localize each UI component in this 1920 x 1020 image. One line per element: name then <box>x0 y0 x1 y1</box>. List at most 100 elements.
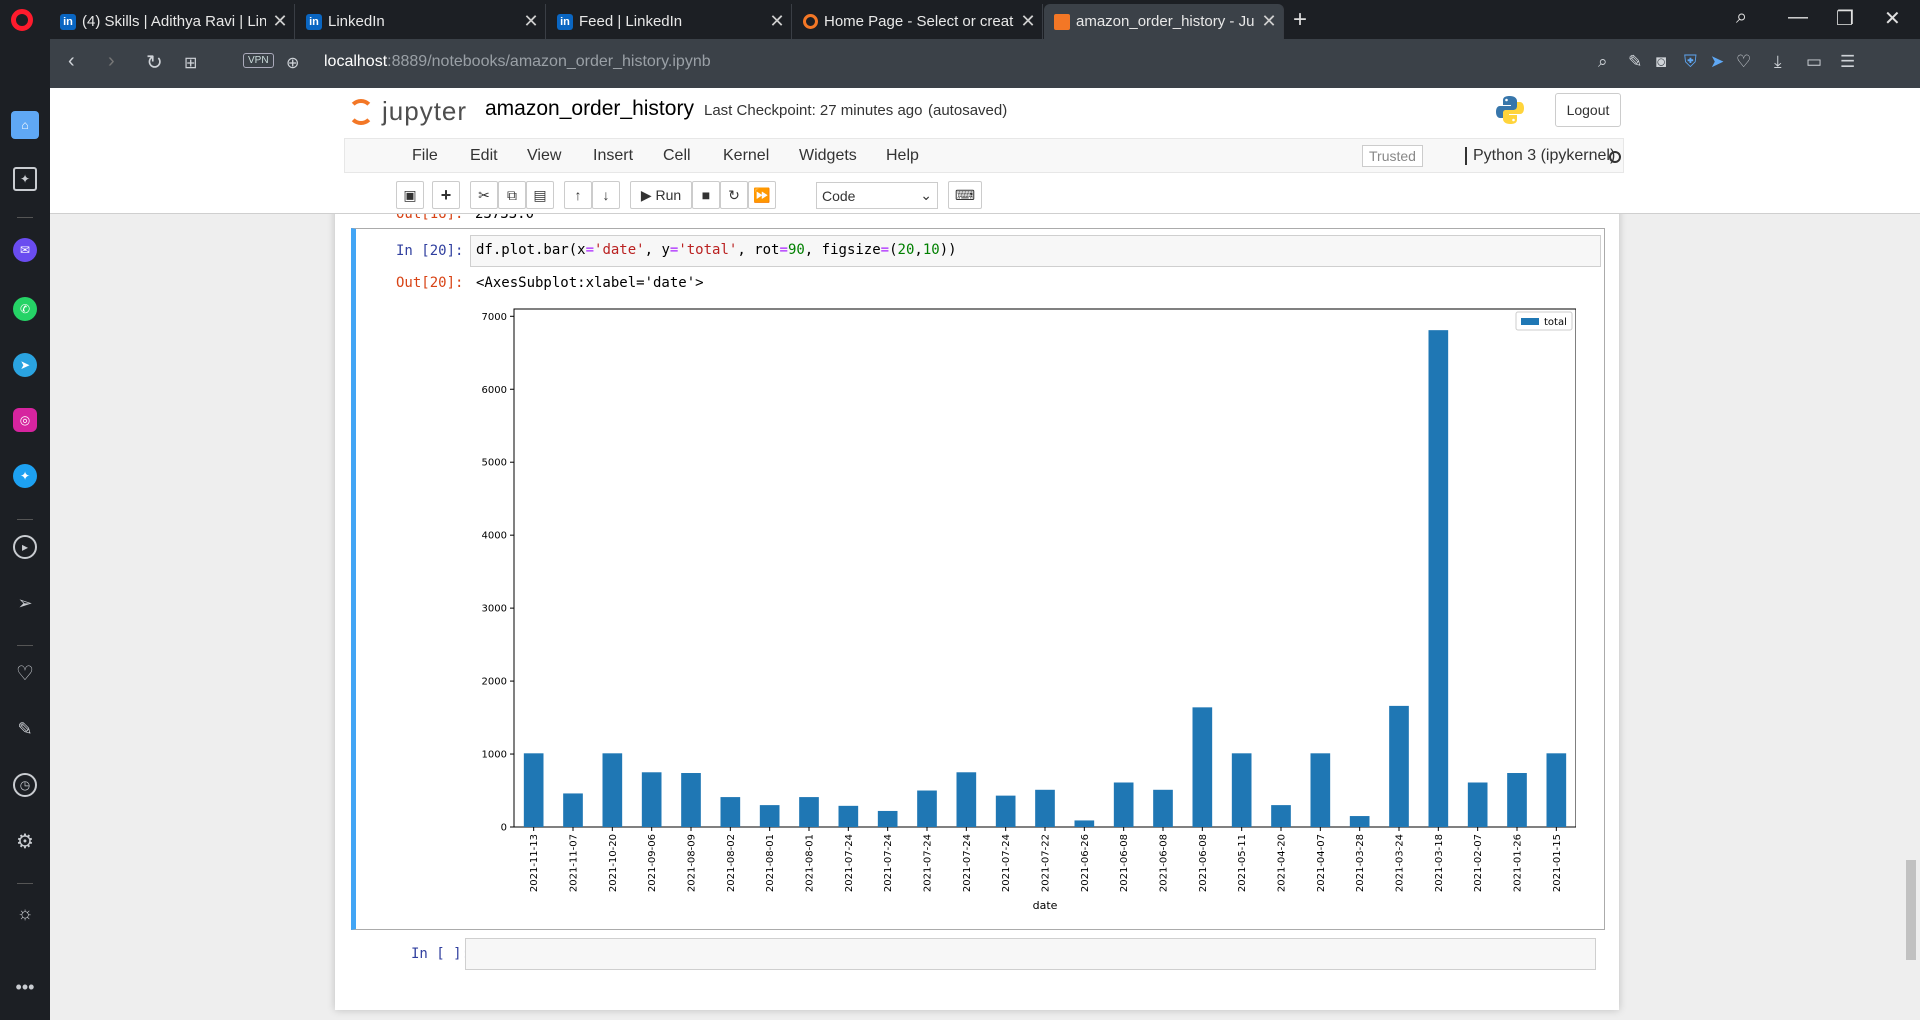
twitter-icon[interactable]: ✦ <box>13 464 37 488</box>
copy-icon[interactable]: ⧉ <box>498 181 526 209</box>
x-tick-label: 2021-08-01 <box>765 834 776 892</box>
address-bar: ‹ › ↻ ⊞ VPN ⊕ localhost:8889/notebooks/a… <box>50 39 1920 88</box>
y-tick-label: 4000 <box>482 531 507 542</box>
keyboard-icon[interactable]: ⌨ <box>948 181 982 209</box>
telegram-icon[interactable]: ➤ <box>13 353 37 377</box>
menu-help[interactable]: Help <box>886 147 919 165</box>
new-tab-button[interactable]: + <box>1293 6 1307 34</box>
logout-button[interactable]: Logout <box>1555 93 1621 127</box>
history-icon[interactable]: ◷ <box>13 773 37 797</box>
run-label: Run <box>655 187 682 203</box>
x-tick-label: 2021-07-22 <box>1041 834 1052 892</box>
paste-icon[interactable]: ▤ <box>526 181 554 209</box>
more-icon[interactable]: ••• <box>13 975 37 999</box>
code-input[interactable]: df.plot.bar(x='date', y='total', rot=90,… <box>470 235 1601 267</box>
run-button[interactable]: ▶ Run <box>630 181 692 209</box>
tab-linkedin-feed[interactable]: in Feed | LinkedIn ✕ <box>547 4 792 39</box>
bar <box>917 790 937 827</box>
speed-dial-icon[interactable]: ⊞ <box>184 53 197 73</box>
menu-edit[interactable]: Edit <box>470 147 498 165</box>
tab-linkedin-skills[interactable]: in (4) Skills | Adithya Ravi | LinkedIn … <box>50 4 295 39</box>
vertical-scrollbar[interactable] <box>1902 214 1920 1020</box>
camera-icon[interactable]: ◙ <box>1656 52 1666 72</box>
code-cell[interactable]: In [20]: df.plot.bar(x='date', y='total'… <box>351 228 1605 930</box>
menu-kernel[interactable]: Kernel <box>723 147 769 165</box>
y-tick-label: 5000 <box>482 458 507 469</box>
lightbulb-icon[interactable]: ☼ <box>13 901 37 925</box>
tab-amazon-order-history[interactable]: amazon_order_history - Jupyter Notebook … <box>1044 4 1284 39</box>
close-icon[interactable]: ✕ <box>517 11 545 32</box>
trusted-badge[interactable]: Trusted <box>1362 145 1423 167</box>
send-icon[interactable]: ➢ <box>13 591 37 615</box>
whatsapp-icon[interactable]: ✆ <box>13 297 37 321</box>
scrollbar-thumb[interactable] <box>1906 860 1916 960</box>
battery-icon[interactable]: ▭ <box>1806 52 1822 72</box>
send-icon[interactable]: ➤ <box>1710 52 1724 72</box>
instagram-icon[interactable]: ◎ <box>13 408 37 432</box>
menu-view[interactable]: View <box>527 147 561 165</box>
notebook-name[interactable]: amazon_order_history <box>485 97 694 121</box>
close-icon[interactable]: ✕ <box>1255 11 1283 32</box>
x-tick-label: 2021-06-26 <box>1080 834 1091 892</box>
tab-title: (4) Skills | Adithya Ravi | LinkedIn <box>82 13 266 30</box>
close-icon[interactable]: ✕ <box>1014 11 1042 32</box>
player-icon[interactable]: ▸ <box>13 535 37 559</box>
heart-icon[interactable]: ♡ <box>1736 52 1751 72</box>
search-icon[interactable]: ⌕ <box>1598 52 1608 72</box>
menu-file[interactable]: File <box>412 147 438 165</box>
home-icon[interactable]: ⌂ <box>11 111 39 139</box>
restore-icon[interactable]: ❐ <box>1836 6 1854 31</box>
close-icon[interactable]: ✕ <box>763 11 791 32</box>
save-icon[interactable]: ▣ <box>396 181 424 209</box>
close-icon[interactable]: ✕ <box>266 11 294 32</box>
move-down-icon[interactable]: ↓ <box>592 181 620 209</box>
download-icon[interactable]: ⤓ <box>1774 52 1782 72</box>
pinboard-icon[interactable]: ✎ <box>13 717 37 741</box>
close-window-icon[interactable]: ✕ <box>1884 6 1901 31</box>
code-input[interactable] <box>465 938 1596 970</box>
bar <box>1035 789 1055 827</box>
opera-logo-icon[interactable] <box>11 9 33 31</box>
reload-icon[interactable]: ↻ <box>146 50 163 75</box>
x-tick-label: 2021-08-01 <box>805 834 816 892</box>
restart-icon[interactable]: ↻ <box>720 181 748 209</box>
minimize-icon[interactable]: — <box>1788 6 1808 29</box>
jupyter-logo-text: jupyter <box>382 96 468 126</box>
jupyter-icon <box>803 14 818 29</box>
restart-run-all-icon[interactable]: ⏩ <box>748 181 776 209</box>
url-host: localhost <box>324 53 388 70</box>
vpn-badge[interactable]: VPN <box>243 53 274 68</box>
empty-code-cell[interactable]: In [ ]: <box>351 938 1605 978</box>
speed-dial-icon[interactable]: ✦ <box>13 167 37 191</box>
search-tabs-icon[interactable]: ⌕ <box>1736 6 1747 29</box>
tab-linkedin[interactable]: in LinkedIn ✕ <box>296 4 546 39</box>
menu-cell[interactable]: Cell <box>663 147 691 165</box>
linkedin-icon: in <box>306 13 322 30</box>
snapshot-edit-icon[interactable]: ✎ <box>1628 52 1642 72</box>
jupyter-logo[interactable]: jupyter <box>348 96 467 127</box>
shield-icon[interactable]: ⛨ <box>1684 52 1697 72</box>
menu-insert[interactable]: Insert <box>593 147 633 165</box>
url-field[interactable]: localhost:8889/notebooks/amazon_order_hi… <box>324 53 711 71</box>
easy-setup-icon[interactable]: ☰ <box>1840 52 1855 72</box>
cell-type-select[interactable]: Code ⌄ <box>816 182 938 209</box>
x-tick-label: 2021-07-24 <box>844 834 855 892</box>
x-tick-label: 2021-03-18 <box>1434 834 1445 892</box>
back-icon[interactable]: ‹ <box>68 50 75 73</box>
menu-widgets[interactable]: Widgets <box>799 147 857 165</box>
cell-type-value: Code <box>822 187 856 204</box>
messenger-icon[interactable]: ✉ <box>13 238 37 262</box>
cut-icon[interactable]: ✂ <box>470 181 498 209</box>
move-up-icon[interactable]: ↑ <box>564 181 592 209</box>
y-tick-label: 1000 <box>482 750 507 761</box>
kernel-name[interactable]: Python 3 (ipykernel) <box>1465 147 1615 165</box>
bar <box>1113 782 1134 827</box>
tab-jupyter-home[interactable]: Home Page - Select or create a notebook … <box>793 4 1043 39</box>
add-cell-icon[interactable]: + <box>432 181 460 209</box>
settings-icon[interactable]: ⚙ <box>13 829 37 853</box>
heart-icon[interactable]: ♡ <box>13 661 37 685</box>
x-tick-label: 2021-03-24 <box>1395 834 1406 892</box>
forward-icon[interactable]: › <box>108 50 115 73</box>
globe-icon: ⊕ <box>286 55 300 72</box>
stop-icon[interactable]: ■ <box>692 181 720 209</box>
